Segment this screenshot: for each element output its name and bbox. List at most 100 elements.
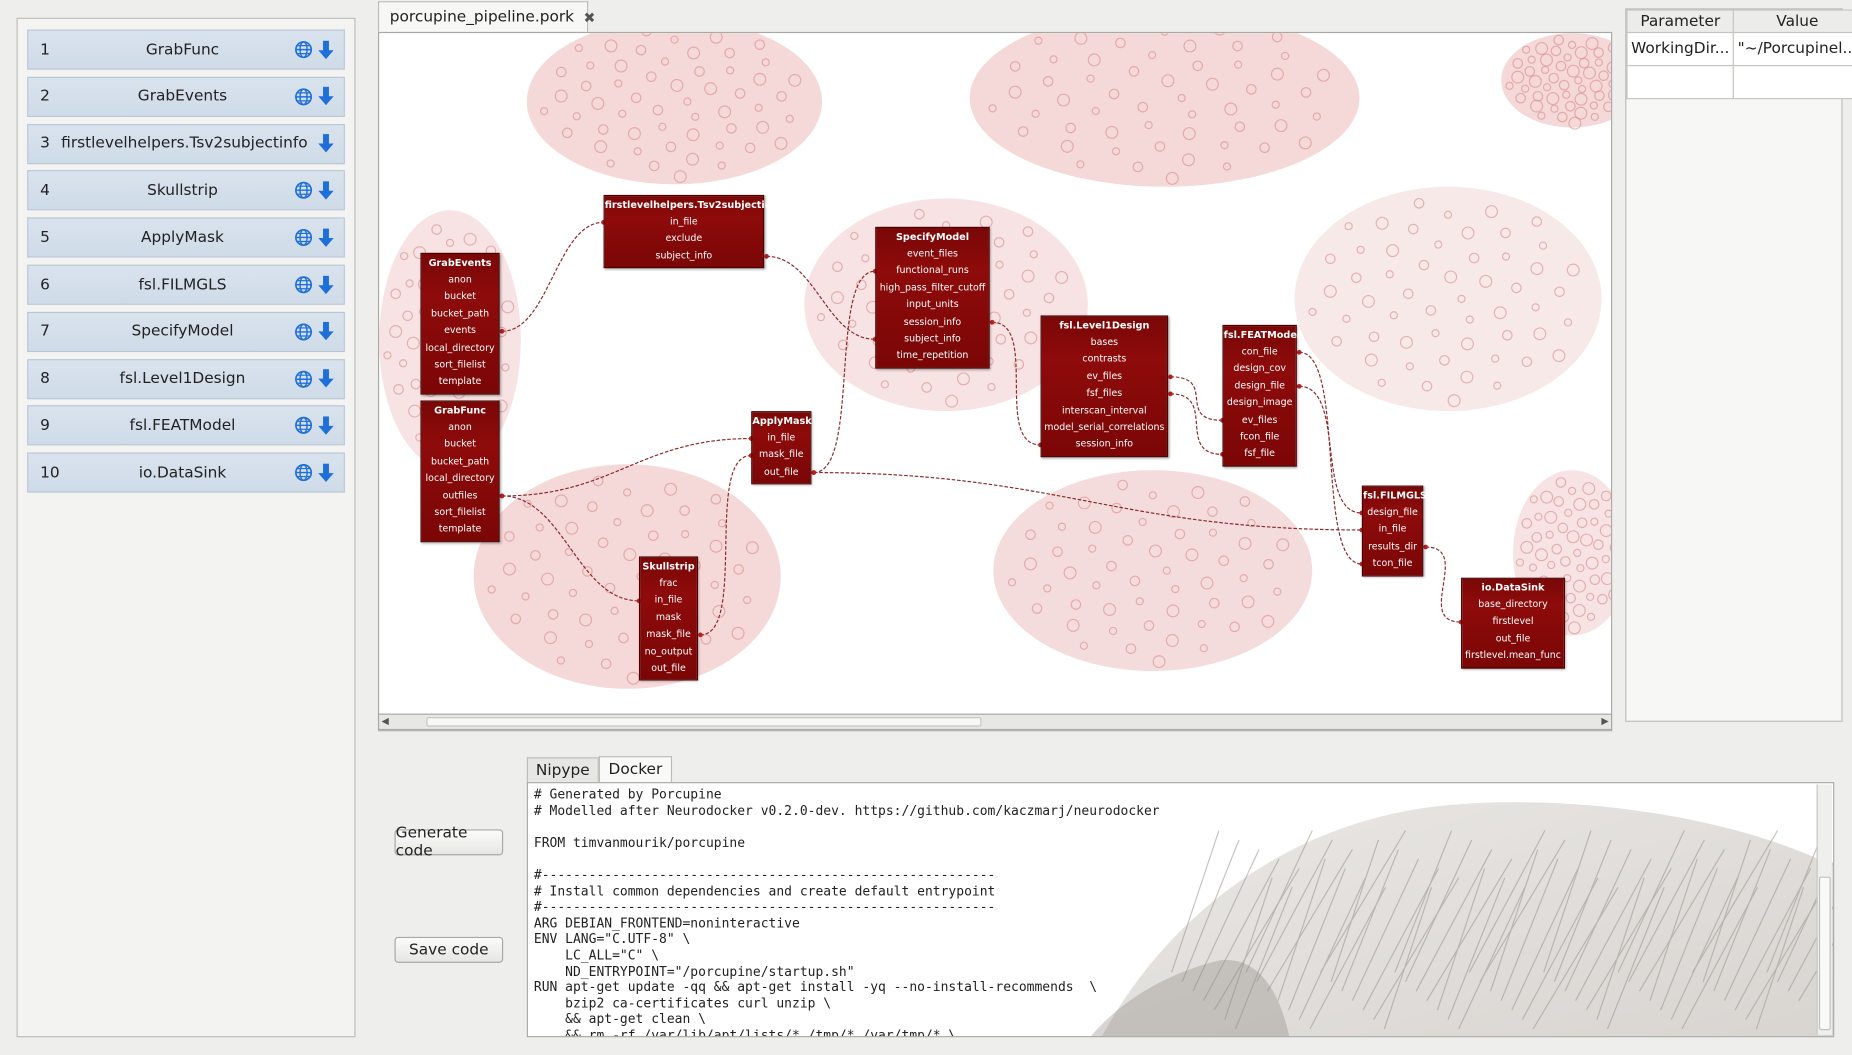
graph-node-port[interactable]: model_serial_correlations (1042, 419, 1167, 436)
node-list-item[interactable]: 5 ApplyMask (27, 217, 345, 258)
scroll-left-icon[interactable]: ◀ (382, 716, 389, 727)
graph-node-port[interactable]: interscan_interval (1042, 402, 1167, 419)
graph-node-port[interactable]: design_image (1224, 395, 1296, 412)
code-scroll-thumb[interactable] (1818, 876, 1831, 1031)
canvas-scroll-thumb[interactable] (426, 717, 982, 727)
parameter-cell[interactable] (1626, 64, 1735, 100)
graph-node-port[interactable]: tcon_file (1363, 555, 1422, 572)
download-arrow-icon[interactable] (318, 87, 335, 107)
tab-docker[interactable]: Docker (598, 756, 673, 783)
value-cell[interactable]: "~/Porcupinel... (1732, 31, 1852, 67)
graph-node-filmgls[interactable]: fsl.FILMGLS design_file in_file results_dir… (1361, 485, 1427, 577)
globe-icon[interactable] (294, 416, 313, 435)
graph-node-port[interactable]: mask (640, 609, 697, 626)
graph-node-port[interactable]: fcon_file (1224, 429, 1296, 446)
graph-node-port[interactable]: firstlevel.mean_func (1462, 648, 1564, 665)
graph-node-port[interactable]: in_file (1363, 521, 1422, 538)
graph-node-port[interactable]: local_directory (422, 340, 499, 357)
graph-node-port[interactable]: firstlevel (1462, 614, 1564, 631)
download-arrow-icon[interactable] (318, 463, 335, 483)
globe-icon[interactable] (294, 322, 313, 341)
graph-node-port[interactable]: functional_runs (876, 263, 988, 280)
graph-node-port[interactable]: input_units (876, 297, 988, 314)
graph-node-port[interactable]: design_cov (1224, 361, 1296, 378)
graph-node-port[interactable]: out_file (1462, 631, 1564, 648)
node-list-item[interactable]: 3 firstlevelhelpers.Tsv2subjectinfo (27, 123, 345, 164)
scroll-right-icon[interactable]: ▶ (1601, 716, 1608, 727)
graph-node-port[interactable]: mask_file (752, 447, 810, 464)
table-row[interactable] (1626, 64, 1852, 100)
save-code-button[interactable]: Save code (394, 936, 504, 963)
download-arrow-icon[interactable] (318, 40, 335, 60)
graph-node-port[interactable]: session_info (876, 314, 988, 331)
download-arrow-icon[interactable] (318, 275, 335, 295)
graph-node-port[interactable]: high_pass_filter_cutoff (876, 280, 988, 297)
graph-node-port[interactable]: in_file (605, 214, 763, 231)
graph-node-level1design[interactable]: fsl.Level1Design bases contrasts ev_files fs… (1040, 315, 1169, 457)
node-list-item[interactable]: 9 fsl.FEATModel (27, 405, 345, 446)
graph-node-port[interactable]: template (422, 374, 499, 391)
graph-node-port[interactable]: out_file (640, 660, 697, 677)
table-row[interactable]: WorkingDir... "~/Porcupinel... (1626, 31, 1852, 67)
graph-node-port[interactable]: contrasts (1042, 351, 1167, 368)
graph-node-port[interactable]: local_directory (422, 470, 499, 487)
graph-node-port[interactable]: fsf_files (1042, 385, 1167, 402)
parameter-cell[interactable]: WorkingDir... (1626, 31, 1735, 67)
node-list-item[interactable]: 10 io.DataSink (27, 452, 345, 493)
node-list-item[interactable]: 8 fsl.Level1Design (27, 358, 345, 399)
globe-icon[interactable] (294, 40, 313, 59)
graph-node-tsv[interactable]: firstlevelhelpers.Tsv2subjectinfo in_file… (603, 194, 782, 269)
graph-node-port[interactable]: anon (422, 419, 499, 436)
globe-icon[interactable] (294, 275, 313, 294)
globe-icon[interactable] (294, 181, 313, 200)
graph-node-port[interactable]: template (422, 521, 499, 538)
graph-node-datasink[interactable]: io.DataSink base_directory firstlevel out_f… (1461, 577, 1565, 669)
graph-node-port[interactable]: subject_info (876, 331, 988, 348)
graph-node-port[interactable]: sort_filelist (422, 357, 499, 374)
graph-node-port[interactable]: time_repetition (876, 348, 988, 365)
graph-node-port[interactable]: session_info (1042, 436, 1167, 453)
graph-node-port[interactable]: bucket_path (422, 453, 499, 470)
download-arrow-icon[interactable] (318, 134, 335, 154)
graph-node-port[interactable]: outfiles (422, 487, 499, 504)
graph-node-grabevents[interactable]: GrabEvents anon bucket bucket_path events loc… (420, 252, 500, 395)
graph-node-port[interactable]: bucket (422, 436, 499, 453)
graph-node-port[interactable]: out_file (752, 464, 810, 481)
parameter-column-header[interactable]: Parameter (1626, 9, 1735, 34)
graph-node-port[interactable]: design_file (1224, 378, 1296, 395)
graph-node-port[interactable]: in_file (752, 430, 810, 447)
canvas-horizontal-scrollbar[interactable]: ◀ ▶ (377, 713, 1613, 731)
download-arrow-icon[interactable] (318, 181, 335, 201)
generate-code-button[interactable]: Generate code (394, 825, 504, 860)
graph-node-port[interactable]: anon (422, 272, 499, 289)
graph-node-grabfunc[interactable]: GrabFunc anon bucket bucket_path local_direc… (420, 400, 500, 543)
graph-node-port[interactable]: mask_file (640, 626, 697, 643)
graph-node-port[interactable]: event_files (876, 246, 988, 263)
value-cell[interactable] (1732, 64, 1852, 100)
download-arrow-icon[interactable] (318, 369, 335, 389)
graph-node-port[interactable]: results_dir (1363, 538, 1422, 555)
graph-node-port[interactable]: events (422, 323, 499, 340)
graph-node-applymask[interactable]: ApplyMask in_file mask_file out_file (751, 411, 812, 485)
node-list-item[interactable]: 6 fsl.FILMGLS (27, 264, 345, 305)
code-vertical-scrollbar[interactable] (1816, 784, 1832, 1035)
globe-icon[interactable] (294, 228, 313, 247)
tab-pipeline-file[interactable]: porcupine_pipeline.pork ✖ (377, 1, 595, 32)
graph-node-port[interactable]: design_file (1363, 504, 1422, 521)
download-arrow-icon[interactable] (318, 322, 335, 342)
graph-node-port[interactable]: fsf_file (1224, 446, 1296, 463)
node-list-item[interactable]: 2 GrabEvents (27, 76, 345, 117)
graph-node-port[interactable]: exclude (605, 231, 763, 248)
graph-node-port[interactable]: bucket (422, 289, 499, 306)
graph-node-port[interactable]: ev_files (1224, 412, 1296, 429)
graph-node-port[interactable]: subject_info (605, 248, 763, 265)
code-editor[interactable]: # Generated by Porcupine # Modelled afte… (526, 782, 1835, 1038)
value-column-header[interactable]: Value (1732, 9, 1852, 34)
globe-icon[interactable] (294, 463, 313, 482)
node-list-item[interactable]: 1 GrabFunc (27, 29, 345, 70)
graph-node-port[interactable]: bases (1042, 334, 1167, 351)
node-list-item[interactable]: 7 SpecifyModel (27, 311, 345, 352)
graph-node-specifymodel[interactable]: SpecifyModel event_files functional_runs hi… (875, 226, 990, 369)
graph-node-port[interactable]: frac (640, 575, 697, 592)
download-arrow-icon[interactable] (318, 228, 335, 248)
